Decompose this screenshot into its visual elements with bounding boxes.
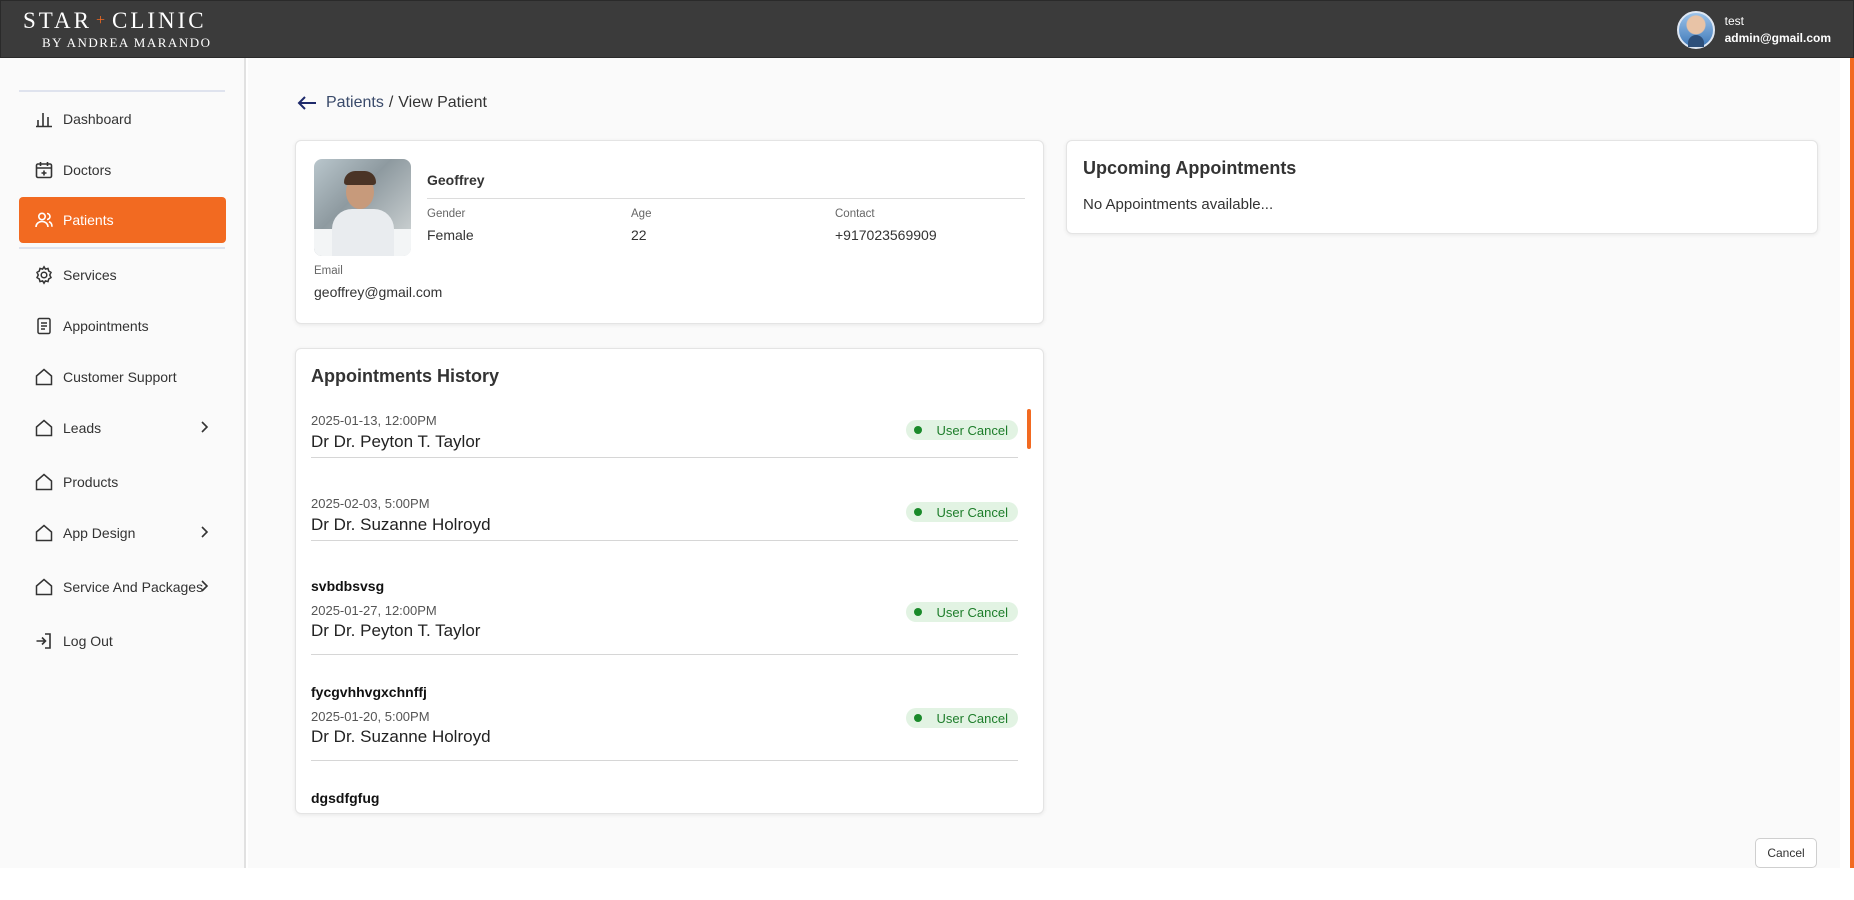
appointment-datetime: 2025-01-20, 5:00PM [311,709,430,724]
divider [427,198,1025,199]
footer-strip [0,868,1854,900]
document-icon [33,315,55,337]
sidebar-item-customer-support[interactable]: Customer Support [19,354,226,400]
patient-photo [314,159,411,256]
home-icon [33,471,55,493]
home-icon [33,576,55,598]
appointment-doctor: Dr Dr. Peyton T. Taylor [311,621,481,640]
email-label: Email [314,265,343,277]
appointments-history-card: Appointments History 2025-01-13, 12:00PM… [295,348,1044,814]
appointment-datetime: 2025-02-03, 5:00PM [311,496,430,511]
sidebar-divider [19,247,225,249]
list-item[interactable]: fycgvhhvgxchnffj 2025-01-20, 5:00PM Dr D… [311,684,1018,788]
home-icon [33,522,55,544]
brand-logo[interactable]: STAR + CLINIC BY ANDREA MARANDO [23,9,211,50]
appointment-code: dgsdfgfug [311,790,380,806]
patient-info-card: Geoffrey Gender Female Age 22 Contact +9… [295,140,1044,324]
page-scrollbar[interactable] [1850,58,1854,868]
appointment-doctor: Dr Dr. Suzanne Holroyd [311,515,491,534]
status-badge: User Cancel [906,602,1018,622]
home-icon [33,417,55,439]
contact-label: Contact [835,208,875,220]
upcoming-empty-message: No Appointments available... [1083,196,1274,213]
divider [311,654,1018,655]
logo-plus-mark: + [95,12,108,29]
sidebar-item-logout[interactable]: Log Out [19,618,226,664]
chevron-right-icon [201,526,209,538]
patient-name: Geoffrey [427,172,485,188]
age-label: Age [631,208,652,220]
sidebar-item-app-design[interactable]: App Design [19,510,226,556]
breadcrumb-patients-link[interactable]: Patients [326,94,384,112]
user-menu[interactable]: test admin@gmail.com [1676,11,1831,49]
divider [311,540,1018,541]
logout-icon [33,630,55,652]
status-badge: User Cancel [906,420,1018,440]
sidebar-divider [19,90,225,92]
appointment-datetime: 2025-01-27, 12:00PM [311,603,437,618]
main-content: Patients / View Patient Geoffrey Gender … [248,58,1840,868]
gender-value: Female [427,227,474,243]
top-bar: STAR + CLINIC BY ANDREA MARANDO test admin… [0,0,1854,58]
scrollbar-thumb[interactable] [1027,409,1031,449]
gender-label: Gender [427,208,466,220]
sidebar-item-service-and-packages[interactable]: Service And Packages [19,564,226,610]
sidebar-item-services[interactable]: Services [19,252,226,298]
appointment-code: svbdbsvsg [311,578,385,594]
appointment-doctor: Dr Dr. Peyton T. Taylor [311,432,481,451]
status-dot-icon [914,426,923,434]
sidebar-item-dashboard[interactable]: Dashboard [19,96,226,142]
sidebar-item-leads[interactable]: Leads [19,405,226,451]
sidebar: Dashboard Doctors Patients Services Appo… [0,58,246,868]
breadcrumb-current: View Patient [398,94,487,111]
status-dot-icon [914,508,923,516]
sidebar-item-doctors[interactable]: Doctors [19,147,226,193]
upcoming-appointments-card: Upcoming Appointments No Appointments av… [1066,140,1818,234]
avatar[interactable] [1676,11,1715,49]
sidebar-item-patients[interactable]: Patients [19,197,226,243]
list-item[interactable]: svbdbsvsg 2025-01-27, 12:00PM Dr Dr. Pey… [311,578,1018,682]
calendar-plus-icon [33,159,55,181]
divider [311,457,1018,458]
chevron-right-icon [201,580,209,592]
list-item[interactable]: 2025-01-13, 12:00PM Dr Dr. Peyton T. Tay… [311,413,1018,495]
breadcrumb: Patients / View Patient [296,94,487,112]
cancel-button[interactable]: Cancel [1755,838,1817,868]
home-icon [33,366,55,388]
status-badge: User Cancel [906,502,1018,522]
user-name: test [1724,14,1744,28]
sidebar-item-appointments[interactable]: Appointments [19,303,226,349]
status-dot-icon [914,714,923,722]
age-value: 22 [631,227,647,243]
chevron-right-icon [201,421,209,433]
gear-icon [33,264,55,286]
upcoming-title: Upcoming Appointments [1083,158,1297,178]
back-arrow-icon[interactable] [296,94,318,112]
appointment-code: fycgvhhvgxchnffj [311,684,427,700]
email-value: geoffrey@gmail.com [314,284,443,300]
appointment-doctor: Dr Dr. Suzanne Holroyd [311,727,491,746]
status-badge: User Cancel [906,708,1018,728]
status-dot-icon [914,608,923,616]
bar-chart-icon [33,108,55,130]
user-email: admin@gmail.com [1724,31,1831,45]
list-item[interactable]: dgsdfgfug [311,790,1018,813]
history-title: Appointments History [311,366,500,386]
appointment-datetime: 2025-01-13, 12:00PM [311,413,437,428]
users-icon [33,209,55,231]
sidebar-item-products[interactable]: Products [19,459,226,505]
divider [311,760,1018,761]
list-item[interactable]: 2025-02-03, 5:00PM Dr Dr. Suzanne Holroy… [311,496,1018,578]
contact-value: +917023569909 [835,227,937,243]
